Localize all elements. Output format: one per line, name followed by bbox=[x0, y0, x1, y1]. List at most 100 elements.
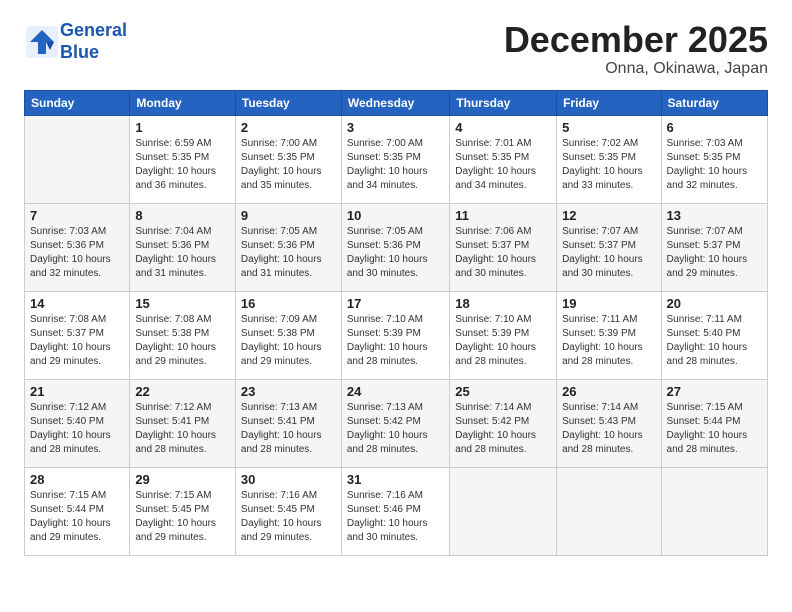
calendar-cell: 7 Sunrise: 7:03 AM Sunset: 5:36 PM Daylig… bbox=[25, 203, 130, 291]
calendar-week-1: 1 Sunrise: 6:59 AM Sunset: 5:35 PM Daylig… bbox=[25, 115, 768, 203]
calendar-cell: 1 Sunrise: 6:59 AM Sunset: 5:35 PM Daylig… bbox=[130, 115, 236, 203]
day-number: 31 bbox=[347, 472, 444, 487]
day-number: 1 bbox=[135, 120, 230, 135]
day-info: Sunrise: 7:12 AM Sunset: 5:40 PM Dayligh… bbox=[30, 401, 124, 457]
day-info: Sunrise: 7:11 AM Sunset: 5:40 PM Dayligh… bbox=[667, 313, 762, 369]
day-info: Sunrise: 7:13 AM Sunset: 5:41 PM Dayligh… bbox=[241, 401, 336, 457]
calendar-cell: 27 Sunrise: 7:15 AM Sunset: 5:44 PM Dayli… bbox=[661, 379, 767, 467]
day-info: Sunrise: 7:10 AM Sunset: 5:39 PM Dayligh… bbox=[455, 313, 551, 369]
calendar-cell bbox=[25, 115, 130, 203]
calendar-week-4: 21 Sunrise: 7:12 AM Sunset: 5:40 PM Dayli… bbox=[25, 379, 768, 467]
weekday-header-saturday: Saturday bbox=[661, 90, 767, 115]
day-info: Sunrise: 7:10 AM Sunset: 5:39 PM Dayligh… bbox=[347, 313, 444, 369]
day-info: Sunrise: 7:05 AM Sunset: 5:36 PM Dayligh… bbox=[347, 225, 444, 281]
day-info: Sunrise: 7:12 AM Sunset: 5:41 PM Dayligh… bbox=[135, 401, 230, 457]
logo-text: General Blue bbox=[60, 20, 127, 63]
day-info: Sunrise: 7:01 AM Sunset: 5:35 PM Dayligh… bbox=[455, 137, 551, 193]
day-number: 14 bbox=[30, 296, 124, 311]
weekday-header-thursday: Thursday bbox=[450, 90, 557, 115]
day-number: 17 bbox=[347, 296, 444, 311]
day-number: 4 bbox=[455, 120, 551, 135]
day-number: 12 bbox=[562, 208, 655, 223]
title-section: December 2025 Onna, Okinawa, Japan bbox=[504, 20, 768, 78]
day-info: Sunrise: 7:15 AM Sunset: 5:44 PM Dayligh… bbox=[667, 401, 762, 457]
calendar-cell: 19Sunrise: 7:11 AM Sunset: 5:39 PM Dayli… bbox=[557, 291, 661, 379]
calendar-cell: 12 Sunrise: 7:07 AM Sunset: 5:37 PM Dayli… bbox=[557, 203, 661, 291]
day-info: Sunrise: 7:08 AM Sunset: 5:37 PM Dayligh… bbox=[30, 313, 124, 369]
day-info: Sunrise: 7:06 AM Sunset: 5:37 PM Dayligh… bbox=[455, 225, 551, 281]
day-number: 6 bbox=[667, 120, 762, 135]
calendar-cell: 25 Sunrise: 7:14 AM Sunset: 5:42 PM Dayli… bbox=[450, 379, 557, 467]
day-number: 11 bbox=[455, 208, 551, 223]
logo-icon bbox=[24, 24, 60, 60]
day-info: Sunrise: 7:03 AM Sunset: 5:35 PM Dayligh… bbox=[667, 137, 762, 193]
calendar-cell: 20 Sunrise: 7:11 AM Sunset: 5:40 PM Dayli… bbox=[661, 291, 767, 379]
calendar-cell: 4 Sunrise: 7:01 AM Sunset: 5:35 PM Daylig… bbox=[450, 115, 557, 203]
weekday-header-sunday: Sunday bbox=[25, 90, 130, 115]
calendar-cell: 5Sunrise: 7:02 AM Sunset: 5:35 PM Daylig… bbox=[557, 115, 661, 203]
logo: General Blue bbox=[24, 20, 127, 63]
weekday-header-friday: Friday bbox=[557, 90, 661, 115]
calendar-week-2: 7 Sunrise: 7:03 AM Sunset: 5:36 PM Daylig… bbox=[25, 203, 768, 291]
day-number: 26 bbox=[562, 384, 655, 399]
calendar-subtitle: Onna, Okinawa, Japan bbox=[504, 60, 768, 78]
calendar-cell: 17 Sunrise: 7:10 AM Sunset: 5:39 PM Dayli… bbox=[341, 291, 449, 379]
weekday-header-wednesday: Wednesday bbox=[341, 90, 449, 115]
calendar-cell: 15 Sunrise: 7:08 AM Sunset: 5:38 PM Dayli… bbox=[130, 291, 236, 379]
day-number: 3 bbox=[347, 120, 444, 135]
day-info: Sunrise: 7:05 AM Sunset: 5:36 PM Dayligh… bbox=[241, 225, 336, 281]
day-number: 25 bbox=[455, 384, 551, 399]
day-info: Sunrise: 6:59 AM Sunset: 5:35 PM Dayligh… bbox=[135, 137, 230, 193]
day-number: 27 bbox=[667, 384, 762, 399]
calendar-cell: 22 Sunrise: 7:12 AM Sunset: 5:41 PM Dayli… bbox=[130, 379, 236, 467]
weekday-header-row: SundayMondayTuesdayWednesdayThursdayFrid… bbox=[25, 90, 768, 115]
calendar-cell: 21 Sunrise: 7:12 AM Sunset: 5:40 PM Dayli… bbox=[25, 379, 130, 467]
calendar-cell: 28 Sunrise: 7:15 AM Sunset: 5:44 PM Dayli… bbox=[25, 467, 130, 555]
day-info: Sunrise: 7:07 AM Sunset: 5:37 PM Dayligh… bbox=[667, 225, 762, 281]
calendar-cell: 30 Sunrise: 7:16 AM Sunset: 5:45 PM Dayli… bbox=[235, 467, 341, 555]
day-info: Sunrise: 7:04 AM Sunset: 5:36 PM Dayligh… bbox=[135, 225, 230, 281]
day-number: 30 bbox=[241, 472, 336, 487]
day-info: Sunrise: 7:14 AM Sunset: 5:42 PM Dayligh… bbox=[455, 401, 551, 457]
calendar-table: SundayMondayTuesdayWednesdayThursdayFrid… bbox=[24, 90, 768, 556]
day-number: 15 bbox=[135, 296, 230, 311]
calendar-cell: 31 Sunrise: 7:16 AM Sunset: 5:46 PM Dayli… bbox=[341, 467, 449, 555]
day-info: Sunrise: 7:00 AM Sunset: 5:35 PM Dayligh… bbox=[347, 137, 444, 193]
calendar-cell: 6 Sunrise: 7:03 AM Sunset: 5:35 PM Daylig… bbox=[661, 115, 767, 203]
calendar-cell: 2Sunrise: 7:00 AM Sunset: 5:35 PM Daylig… bbox=[235, 115, 341, 203]
day-info: Sunrise: 7:15 AM Sunset: 5:45 PM Dayligh… bbox=[135, 489, 230, 545]
day-number: 20 bbox=[667, 296, 762, 311]
page: General Blue December 2025 Onna, Okinawa… bbox=[0, 0, 792, 572]
day-info: Sunrise: 7:08 AM Sunset: 5:38 PM Dayligh… bbox=[135, 313, 230, 369]
day-number: 28 bbox=[30, 472, 124, 487]
calendar-title: December 2025 bbox=[504, 20, 768, 60]
day-info: Sunrise: 7:03 AM Sunset: 5:36 PM Dayligh… bbox=[30, 225, 124, 281]
calendar-cell: 29 Sunrise: 7:15 AM Sunset: 5:45 PM Dayli… bbox=[130, 467, 236, 555]
day-info: Sunrise: 7:13 AM Sunset: 5:42 PM Dayligh… bbox=[347, 401, 444, 457]
day-info: Sunrise: 7:15 AM Sunset: 5:44 PM Dayligh… bbox=[30, 489, 124, 545]
day-number: 8 bbox=[135, 208, 230, 223]
day-number: 24 bbox=[347, 384, 444, 399]
day-number: 13 bbox=[667, 208, 762, 223]
calendar-cell: 9Sunrise: 7:05 AM Sunset: 5:36 PM Daylig… bbox=[235, 203, 341, 291]
day-number: 29 bbox=[135, 472, 230, 487]
day-info: Sunrise: 7:16 AM Sunset: 5:45 PM Dayligh… bbox=[241, 489, 336, 545]
day-number: 16 bbox=[241, 296, 336, 311]
day-number: 7 bbox=[30, 208, 124, 223]
day-info: Sunrise: 7:09 AM Sunset: 5:38 PM Dayligh… bbox=[241, 313, 336, 369]
calendar-cell: 11 Sunrise: 7:06 AM Sunset: 5:37 PM Dayli… bbox=[450, 203, 557, 291]
day-number: 18 bbox=[455, 296, 551, 311]
day-info: Sunrise: 7:07 AM Sunset: 5:37 PM Dayligh… bbox=[562, 225, 655, 281]
calendar-cell: 10Sunrise: 7:05 AM Sunset: 5:36 PM Dayli… bbox=[341, 203, 449, 291]
calendar-cell: 18 Sunrise: 7:10 AM Sunset: 5:39 PM Dayli… bbox=[450, 291, 557, 379]
day-number: 21 bbox=[30, 384, 124, 399]
calendar-week-5: 28 Sunrise: 7:15 AM Sunset: 5:44 PM Dayli… bbox=[25, 467, 768, 555]
calendar-cell: 14 Sunrise: 7:08 AM Sunset: 5:37 PM Dayli… bbox=[25, 291, 130, 379]
day-number: 2 bbox=[241, 120, 336, 135]
calendar-cell: 8 Sunrise: 7:04 AM Sunset: 5:36 PM Daylig… bbox=[130, 203, 236, 291]
header: General Blue December 2025 Onna, Okinawa… bbox=[24, 20, 768, 78]
day-number: 23 bbox=[241, 384, 336, 399]
weekday-header-tuesday: Tuesday bbox=[235, 90, 341, 115]
day-info: Sunrise: 7:16 AM Sunset: 5:46 PM Dayligh… bbox=[347, 489, 444, 545]
day-number: 22 bbox=[135, 384, 230, 399]
